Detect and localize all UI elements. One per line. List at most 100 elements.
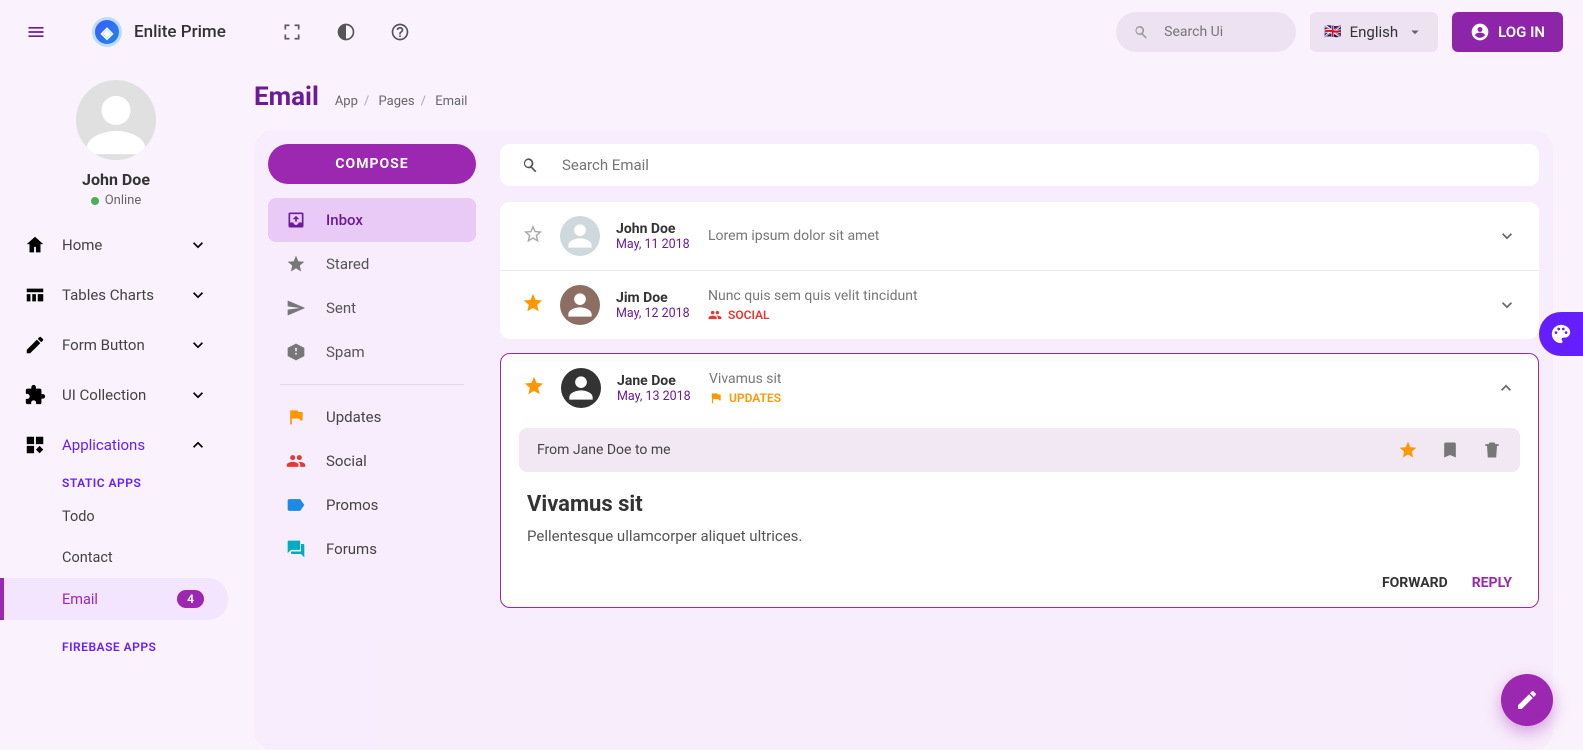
sub-contact[interactable]: Contact — [0, 537, 232, 578]
send-icon — [286, 298, 306, 318]
global-search[interactable] — [1116, 12, 1296, 52]
email-search-input[interactable] — [560, 155, 1519, 175]
extension-icon — [24, 384, 46, 406]
table-icon — [24, 284, 46, 306]
status-dot — [91, 197, 99, 205]
compose-fab[interactable] — [1501, 674, 1553, 726]
subject: Vivamus sit — [709, 371, 1496, 387]
folder-inbox[interactable]: Inbox — [268, 198, 476, 242]
tag-social: SOCIAL — [708, 308, 1497, 322]
nav-ui[interactable]: UI Collection — [0, 370, 232, 420]
sub-header-static: STATIC APPS — [0, 470, 232, 496]
help-button[interactable] — [384, 16, 416, 48]
app-name: Enlite Prime — [134, 22, 226, 42]
reply-actions: FORWARD REPLY — [501, 565, 1538, 607]
reply-button[interactable]: REPLY — [1472, 575, 1512, 591]
divider — [280, 384, 464, 385]
trash-icon[interactable] — [1482, 440, 1502, 460]
theme-palette-fab[interactable] — [1539, 312, 1583, 356]
subject: Lorem ipsum dolor sit amet — [708, 228, 1497, 244]
messages: John Doe May, 11 2018 Lorem ipsum dolor … — [500, 202, 1539, 339]
date: May, 12 2018 — [616, 306, 702, 321]
star-toggle[interactable] — [522, 223, 544, 250]
from: John Doe — [616, 221, 702, 237]
label-promos[interactable]: Promos — [268, 483, 476, 527]
star-icon[interactable] — [1398, 440, 1418, 460]
theme-toggle[interactable] — [330, 16, 362, 48]
from: Jim Doe — [616, 290, 702, 306]
edit-icon — [24, 334, 46, 356]
profile-name: John Doe — [0, 170, 232, 189]
label-icon — [286, 495, 306, 515]
forum-icon — [286, 539, 306, 559]
label-social[interactable]: Social — [268, 439, 476, 483]
nav-tables[interactable]: Tables Charts — [0, 270, 232, 320]
chevron-down-icon — [188, 235, 208, 255]
sub-todo[interactable]: Todo — [0, 496, 232, 537]
chevron-up-icon — [188, 435, 208, 455]
opened-message: Jane Doe May, 13 2018 Vivamus sit UPDATE… — [500, 353, 1539, 608]
inbox-icon — [286, 210, 306, 230]
label-forums[interactable]: Forums — [268, 527, 476, 571]
sub-email[interactable]: Email 4 — [0, 578, 228, 620]
fullscreen-button[interactable] — [276, 16, 308, 48]
avatar[interactable] — [76, 80, 156, 160]
topbar: ◈ Enlite Prime 🇬🇧 English LOG IN — [0, 0, 1583, 64]
email-list: John Doe May, 11 2018 Lorem ipsum dolor … — [500, 144, 1539, 736]
people-icon — [286, 451, 306, 471]
login-label: LOG IN — [1498, 23, 1545, 41]
email-search[interactable] — [500, 144, 1539, 186]
menu-toggle[interactable] — [20, 16, 52, 48]
sub-header-firebase: FIREBASE APPS — [0, 634, 232, 660]
search-icon — [520, 155, 540, 175]
sidebar: John Doe Online Home Tables Charts Form … — [0, 64, 232, 750]
email-badge: 4 — [177, 590, 204, 608]
nav-applications[interactable]: Applications — [0, 420, 232, 470]
email-nav: COMPOSE Inbox Stared Sent Spam Updates S… — [268, 144, 476, 736]
widgets-icon — [24, 434, 46, 456]
message-row[interactable]: John Doe May, 11 2018 Lorem ipsum dolor … — [500, 202, 1539, 271]
page-header: Email App/ Pages/ Email — [254, 82, 1553, 112]
logo-icon: ◈ — [92, 17, 122, 47]
logo[interactable]: ◈ Enlite Prime — [92, 17, 226, 47]
forward-button[interactable]: FORWARD — [1382, 575, 1448, 591]
compose-button[interactable]: COMPOSE — [268, 144, 476, 184]
home-icon — [24, 234, 46, 256]
avatar — [560, 285, 600, 325]
nav-home[interactable]: Home — [0, 220, 232, 270]
star-toggle[interactable] — [522, 292, 544, 319]
folder-stared[interactable]: Stared — [268, 242, 476, 286]
star-icon — [286, 254, 306, 274]
nav-form[interactable]: Form Button — [0, 320, 232, 370]
flag-icon — [286, 407, 306, 427]
global-search-input[interactable] — [1162, 23, 1252, 41]
language-selector[interactable]: 🇬🇧 English — [1310, 12, 1438, 52]
from-line: From Jane Doe to me — [537, 442, 671, 458]
subject: Nunc quis sem quis velit tincidunt — [708, 288, 1497, 304]
body-text: Pellentesque ullamcorper aliquet ultrice… — [527, 527, 1512, 545]
date: May, 11 2018 — [616, 237, 702, 252]
profile-status: Online — [0, 193, 232, 208]
date: May, 13 2018 — [617, 389, 703, 404]
login-button[interactable]: LOG IN — [1452, 12, 1563, 52]
tag-updates: UPDATES — [709, 391, 1496, 405]
main: Email App/ Pages/ Email COMPOSE Inbox St… — [232, 64, 1583, 750]
message-header[interactable]: Jane Doe May, 13 2018 Vivamus sit UPDATE… — [501, 354, 1538, 422]
from: Jane Doe — [617, 373, 703, 389]
folder-spam[interactable]: Spam — [268, 330, 476, 374]
expand-icon[interactable] — [1497, 295, 1517, 315]
bookmark-icon[interactable] — [1440, 440, 1460, 460]
label-updates[interactable]: Updates — [268, 395, 476, 439]
page-title: Email — [254, 82, 319, 112]
expand-icon[interactable] — [1497, 226, 1517, 246]
chevron-down-icon — [1406, 23, 1424, 41]
message-row[interactable]: Jim Doe May, 12 2018 Nunc quis sem quis … — [500, 271, 1539, 339]
spam-icon — [286, 342, 306, 362]
breadcrumb: App/ Pages/ Email — [335, 94, 468, 109]
folder-sent[interactable]: Sent — [268, 286, 476, 330]
collapse-icon[interactable] — [1496, 378, 1516, 398]
avatar — [560, 216, 600, 256]
account-icon — [1470, 22, 1490, 42]
search-icon — [1132, 23, 1150, 41]
star-toggle[interactable] — [523, 375, 545, 402]
